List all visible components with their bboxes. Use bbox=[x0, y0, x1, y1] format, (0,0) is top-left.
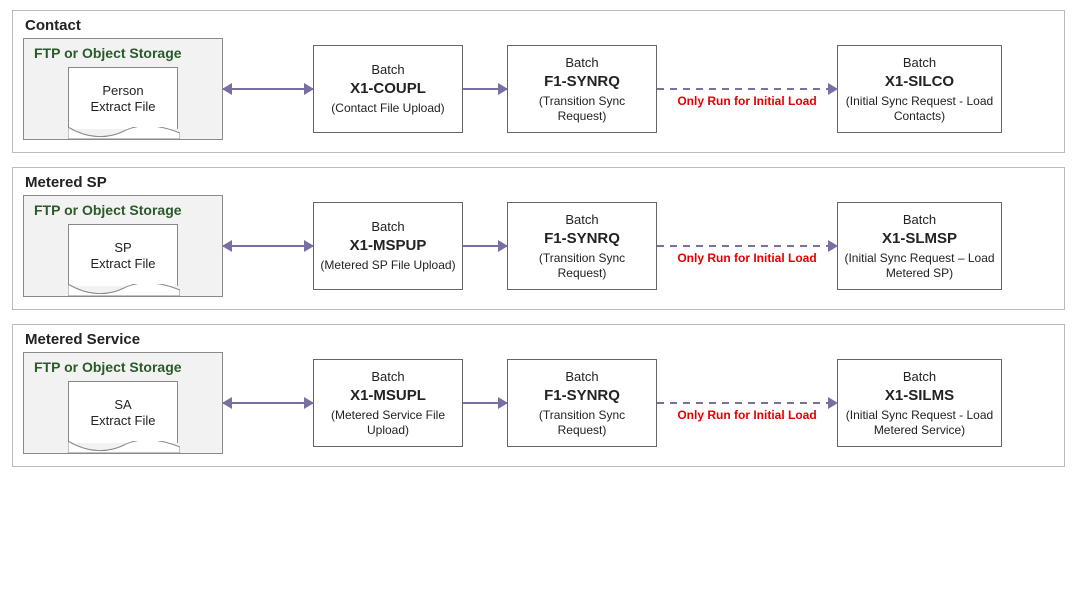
section-contact: Contact FTP or Object Storage Person Ext… bbox=[12, 10, 1065, 153]
document-wave-icon bbox=[68, 127, 180, 139]
flow-row: FTP or Object Storage SA Extract File Ba… bbox=[23, 352, 1054, 454]
batch-code: F1-SYNRQ bbox=[514, 230, 650, 249]
section-title: Metered Service bbox=[25, 331, 1054, 348]
arrow-right-icon bbox=[463, 88, 507, 90]
arrow-caption: Only Run for Initial Load bbox=[657, 251, 837, 265]
storage-box: FTP or Object Storage Person Extract Fil… bbox=[23, 38, 223, 140]
file-label-2: Extract File bbox=[69, 256, 177, 272]
batch-label: Batch bbox=[320, 62, 456, 78]
batch-label: Batch bbox=[514, 212, 650, 228]
storage-box: FTP or Object Storage SP Extract File bbox=[23, 195, 223, 297]
storage-title: FTP or Object Storage bbox=[34, 45, 212, 61]
batch-desc: (Transition Sync Request) bbox=[514, 94, 650, 124]
batch-step-1: Batch X1-COUPL (Contact File Upload) bbox=[313, 45, 463, 133]
batch-desc: (Metered SP File Upload) bbox=[320, 258, 456, 273]
file-label-1: SA bbox=[69, 397, 177, 413]
batch-desc: (Metered Service File Upload) bbox=[320, 408, 456, 438]
batch-code: X1-SILMS bbox=[844, 387, 995, 406]
file-icon: Person Extract File bbox=[68, 67, 178, 129]
bidirectional-arrow-icon bbox=[223, 402, 313, 404]
section-metered-sp: Metered SP FTP or Object Storage SP Extr… bbox=[12, 167, 1065, 310]
section-title: Contact bbox=[25, 17, 1054, 34]
batch-step-2: Batch F1-SYNRQ (Transition Sync Request) bbox=[507, 45, 657, 133]
dashed-arrow-right-icon: Only Run for Initial Load bbox=[657, 88, 837, 90]
arrow-caption: Only Run for Initial Load bbox=[657, 408, 837, 422]
batch-code: F1-SYNRQ bbox=[514, 73, 650, 92]
section-title: Metered SP bbox=[25, 174, 1054, 191]
batch-label: Batch bbox=[514, 369, 650, 385]
batch-desc: (Initial Sync Request - Load Contacts) bbox=[844, 94, 995, 124]
batch-code: F1-SYNRQ bbox=[514, 387, 650, 406]
bidirectional-arrow-icon bbox=[223, 245, 313, 247]
file-label-1: Person bbox=[69, 83, 177, 99]
dashed-arrow-right-icon: Only Run for Initial Load bbox=[657, 245, 837, 247]
batch-step-3: Batch X1-SILMS (Initial Sync Request - L… bbox=[837, 359, 1002, 447]
storage-title: FTP or Object Storage bbox=[34, 202, 212, 218]
batch-step-3: Batch X1-SLMSP (Initial Sync Request – L… bbox=[837, 202, 1002, 290]
section-metered-service: Metered Service FTP or Object Storage SA… bbox=[12, 324, 1065, 467]
file-icon: SA Extract File bbox=[68, 381, 178, 443]
file-label-2: Extract File bbox=[69, 99, 177, 115]
file-label-2: Extract File bbox=[69, 413, 177, 429]
batch-desc: (Initial Sync Request - Load Metered Ser… bbox=[844, 408, 995, 438]
document-wave-icon bbox=[68, 284, 180, 296]
bidirectional-arrow-icon bbox=[223, 88, 313, 90]
batch-step-1: Batch X1-MSUPL (Metered Service File Upl… bbox=[313, 359, 463, 447]
batch-step-1: Batch X1-MSPUP (Metered SP File Upload) bbox=[313, 202, 463, 290]
batch-code: X1-SLMSP bbox=[844, 230, 995, 249]
batch-step-2: Batch F1-SYNRQ (Transition Sync Request) bbox=[507, 202, 657, 290]
arrow-right-icon bbox=[463, 245, 507, 247]
batch-label: Batch bbox=[320, 369, 456, 385]
storage-title: FTP or Object Storage bbox=[34, 359, 212, 375]
batch-label: Batch bbox=[514, 55, 650, 71]
batch-label: Batch bbox=[320, 219, 456, 235]
dashed-arrow-right-icon: Only Run for Initial Load bbox=[657, 402, 837, 404]
batch-desc: (Transition Sync Request) bbox=[514, 251, 650, 281]
flow-row: FTP or Object Storage Person Extract Fil… bbox=[23, 38, 1054, 140]
batch-code: X1-COUPL bbox=[320, 80, 456, 99]
batch-desc: (Initial Sync Request – Load Metered SP) bbox=[844, 251, 995, 281]
file-icon: SP Extract File bbox=[68, 224, 178, 286]
batch-label: Batch bbox=[844, 212, 995, 228]
batch-code: X1-SILCO bbox=[844, 73, 995, 92]
storage-box: FTP or Object Storage SA Extract File bbox=[23, 352, 223, 454]
batch-label: Batch bbox=[844, 369, 995, 385]
flow-row: FTP or Object Storage SP Extract File Ba… bbox=[23, 195, 1054, 297]
batch-step-3: Batch X1-SILCO (Initial Sync Request - L… bbox=[837, 45, 1002, 133]
batch-code: X1-MSPUP bbox=[320, 237, 456, 256]
document-wave-icon bbox=[68, 441, 180, 453]
arrow-caption: Only Run for Initial Load bbox=[657, 94, 837, 108]
file-label-1: SP bbox=[69, 240, 177, 256]
batch-desc: (Transition Sync Request) bbox=[514, 408, 650, 438]
batch-code: X1-MSUPL bbox=[320, 387, 456, 406]
arrow-right-icon bbox=[463, 402, 507, 404]
batch-step-2: Batch F1-SYNRQ (Transition Sync Request) bbox=[507, 359, 657, 447]
batch-desc: (Contact File Upload) bbox=[320, 101, 456, 116]
batch-label: Batch bbox=[844, 55, 995, 71]
